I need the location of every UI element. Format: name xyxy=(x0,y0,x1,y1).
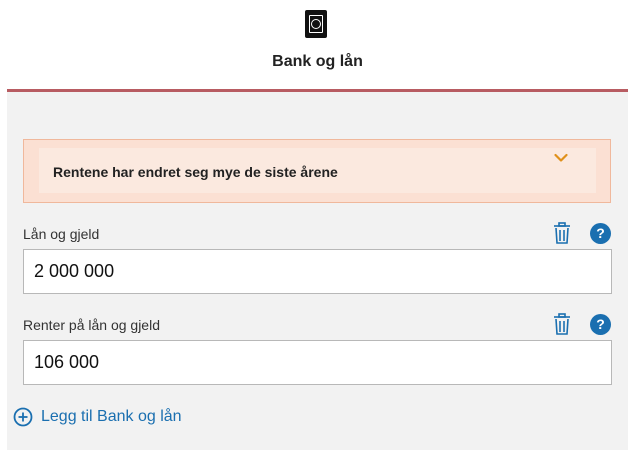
add-button-label: Legg til Bank og lån xyxy=(41,408,182,425)
page-title: Bank og lån xyxy=(272,53,363,70)
chevron-down-icon[interactable] xyxy=(554,153,568,163)
safe-icon xyxy=(305,10,327,38)
plus-circle-icon xyxy=(13,407,33,427)
alert-content[interactable]: Rentene har endret seg mye de siste åren… xyxy=(39,148,596,193)
interest-label: Renter på lån og gjeld xyxy=(23,317,160,333)
bank-loan-panel: Rentene har endret seg mye de siste åren… xyxy=(7,92,628,450)
loan-debt-input[interactable]: 2 000 000 xyxy=(23,249,612,294)
interest-input[interactable]: 106 000 xyxy=(23,340,612,385)
help-button[interactable]: ? xyxy=(590,223,611,244)
loan-debt-label: Lån og gjeld xyxy=(23,226,100,242)
add-bank-loan-button[interactable]: Legg til Bank og lån xyxy=(13,406,182,428)
interest-alert[interactable]: Rentene har endret seg mye de siste åren… xyxy=(23,139,611,203)
alert-text: Rentene har endret seg mye de siste åren… xyxy=(53,164,338,180)
help-button[interactable]: ? xyxy=(590,314,611,335)
page-header: Bank og lån xyxy=(0,0,635,92)
trash-icon[interactable] xyxy=(552,222,572,244)
trash-icon[interactable] xyxy=(552,313,572,335)
